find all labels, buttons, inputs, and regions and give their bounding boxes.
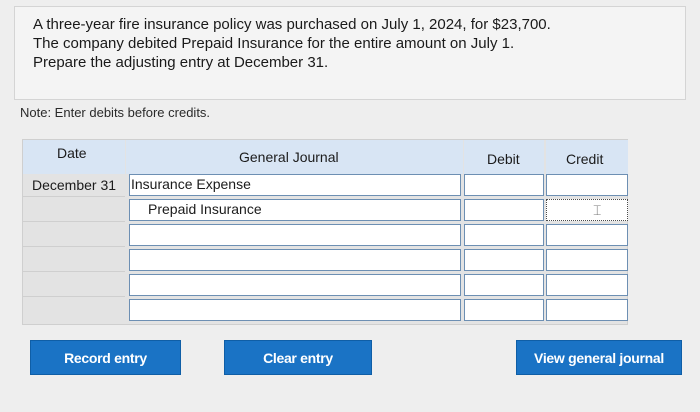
question-panel: A three-year fire insurance policy was p…: [14, 6, 686, 100]
view-general-journal-button[interactable]: View general journal: [516, 340, 682, 375]
debit-column-header: Debit: [464, 140, 544, 174]
clear-entry-button[interactable]: Clear entry: [224, 340, 372, 375]
text-cursor-icon: ⌶: [593, 202, 602, 218]
credit-input[interactable]: [546, 174, 628, 196]
credit-input[interactable]: [546, 249, 628, 271]
account-input[interactable]: [129, 249, 461, 271]
journal-row: Prepaid Insurance ⌶: [23, 198, 628, 223]
date-cell: [23, 198, 125, 222]
date-cell: December 31: [23, 173, 125, 197]
debit-input[interactable]: [464, 224, 544, 246]
debit-input[interactable]: [464, 199, 544, 221]
debit-input[interactable]: [464, 174, 544, 196]
account-input[interactable]: [129, 224, 461, 246]
question-line-3: Prepare the adjusting entry at December …: [33, 54, 329, 71]
instruction-note: Note: Enter debits before credits.: [20, 105, 211, 120]
account-input[interactable]: Insurance Expense: [129, 174, 461, 196]
question-line-2: The company debited Prepaid Insurance fo…: [33, 35, 515, 52]
journal-row: [23, 223, 628, 248]
journal-entry-table: Date General Journal Debit Credit Decemb…: [22, 139, 628, 325]
journal-row: [23, 298, 628, 323]
date-cell: [23, 248, 125, 272]
credit-input[interactable]: [546, 274, 628, 296]
journal-row: [23, 273, 628, 298]
date-cell: [23, 273, 125, 297]
debit-input[interactable]: [464, 299, 544, 321]
credit-input[interactable]: [546, 224, 628, 246]
credit-column-header: Credit: [546, 140, 628, 174]
date-cell: [23, 298, 125, 322]
debit-input[interactable]: [464, 249, 544, 271]
question-line-1: A three-year fire insurance policy was p…: [33, 16, 551, 33]
account-input[interactable]: [129, 299, 461, 321]
account-input[interactable]: [129, 274, 461, 296]
general-journal-column-header: General Journal: [126, 140, 463, 174]
credit-input-focused[interactable]: ⌶: [546, 199, 628, 221]
date-cell: [23, 223, 125, 247]
account-input[interactable]: Prepaid Insurance: [129, 199, 461, 221]
date-column-header: Date: [23, 140, 125, 174]
debit-input[interactable]: [464, 274, 544, 296]
journal-row: [23, 248, 628, 273]
record-entry-button[interactable]: Record entry: [30, 340, 181, 375]
journal-row: December 31 Insurance Expense: [23, 173, 628, 198]
credit-input[interactable]: [546, 299, 628, 321]
